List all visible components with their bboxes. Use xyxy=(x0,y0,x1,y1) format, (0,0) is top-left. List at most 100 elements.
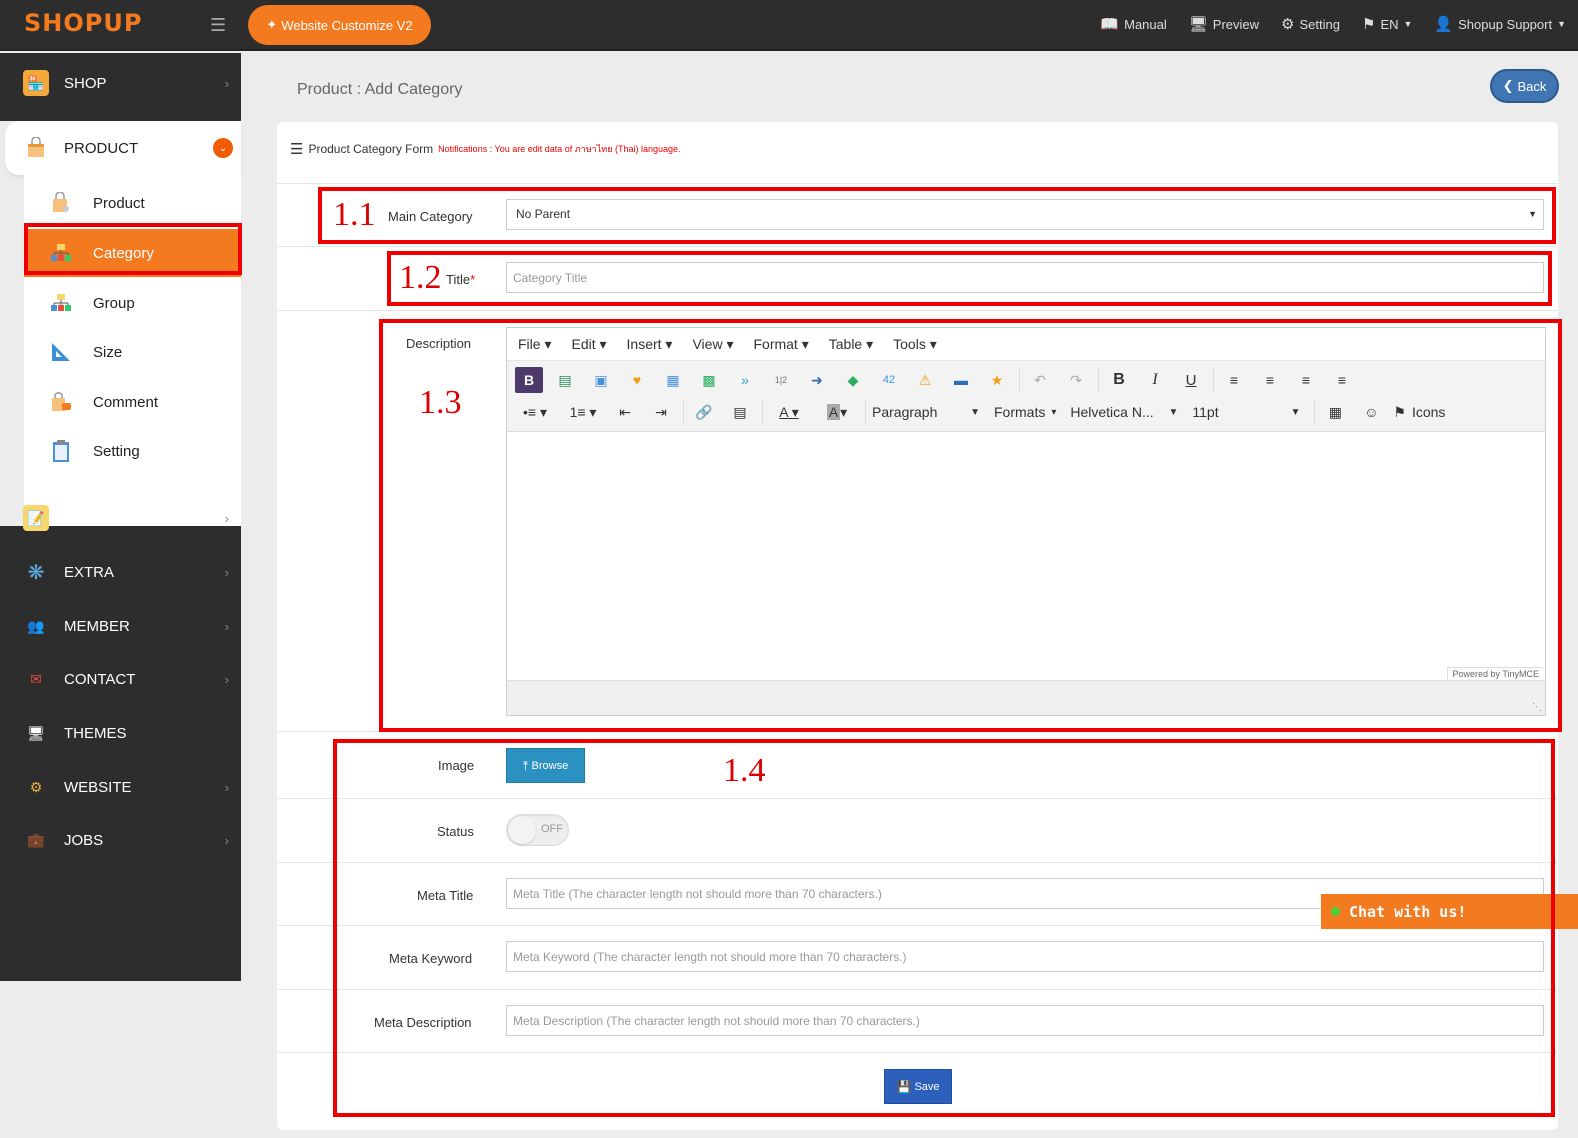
submenu-category[interactable]: Category xyxy=(24,229,241,277)
manual-link[interactable]: 📖 Manual xyxy=(1100,15,1166,33)
caret-down-icon: ▼ xyxy=(1557,19,1566,29)
shopup-logo[interactable]: SHOPUP xyxy=(24,9,142,37)
editor-toolbar-1: B ▤ ▣ ♥ ▦ ▩ » 1|2 ➜ ◆ 42 ⚠ ▬ ★ ↶ ↷ B I U… xyxy=(507,364,1545,396)
menu-table[interactable]: Table ▾ xyxy=(829,336,873,353)
main-category-value: No Parent xyxy=(516,207,571,221)
bold-block-icon[interactable]: B xyxy=(515,367,543,393)
sidebar-item-jobs[interactable]: 💼 JOBS › xyxy=(0,813,241,867)
card-icon[interactable]: ▬ xyxy=(947,367,975,393)
menu-edit[interactable]: Edit ▾ xyxy=(571,336,606,353)
gear-icon: ⚙ xyxy=(1281,16,1295,33)
sidebar-item-contact[interactable]: ✉ CONTACT › xyxy=(0,652,241,706)
redo-icon[interactable]: ↷ xyxy=(1062,367,1090,393)
language-label: EN xyxy=(1380,16,1399,32)
double-arrow-icon[interactable]: » xyxy=(731,367,759,393)
alert-icon[interactable]: ⚠ xyxy=(911,367,939,393)
submenu-group[interactable]: Group xyxy=(24,279,241,327)
status-toggle[interactable]: OFF xyxy=(506,814,569,846)
indent-icon[interactable]: ⇥ xyxy=(647,399,675,425)
setting-link[interactable]: ⚙ Setting xyxy=(1281,15,1340,33)
heart-icon[interactable]: ♥ xyxy=(623,367,651,393)
numbered-list-icon[interactable]: 1≡ ▾ xyxy=(563,399,603,425)
sidebar-item-website[interactable]: ⚙ WEBSITE › xyxy=(0,760,241,814)
sidebar-item-label: EXTRA xyxy=(64,563,115,581)
italic-icon[interactable]: I xyxy=(1141,367,1169,393)
group-icon xyxy=(49,291,73,315)
divider xyxy=(277,862,1558,863)
tag-icon[interactable]: ◆ xyxy=(839,367,867,393)
sidebar-item-contents[interactable]: 📝 CONTENTS › xyxy=(0,491,241,545)
align-left-icon[interactable]: ≡ xyxy=(1220,367,1248,393)
chevron-right-icon: › xyxy=(224,671,229,687)
powered-by-tinymce[interactable]: Powered by TinyMCE xyxy=(1447,667,1543,680)
table-grid-icon[interactable]: ▦ xyxy=(659,367,687,393)
link-icon[interactable]: 🔗 xyxy=(690,399,718,425)
bold-icon[interactable]: B xyxy=(1105,367,1133,393)
divider xyxy=(277,246,1558,247)
website-customize-button[interactable]: ✦ Website Customize V2 xyxy=(248,5,431,45)
meta-keyword-input[interactable] xyxy=(506,941,1544,972)
divider xyxy=(277,183,1558,184)
paint-roller-icon[interactable]: ▤ xyxy=(551,367,579,393)
emoticon-icon[interactable]: ☺ xyxy=(1357,399,1385,425)
sidebar-item-label: WEBSITE xyxy=(64,778,132,796)
browse-button[interactable]: ⤒ Browse xyxy=(506,748,585,783)
undo-icon[interactable]: ↶ xyxy=(1026,367,1054,393)
insert-image-icon[interactable]: ▤ xyxy=(726,399,754,425)
align-center-icon[interactable]: ≡ xyxy=(1256,367,1284,393)
font-size-dropdown[interactable]: 11pt ▼ xyxy=(1192,404,1300,420)
align-justify-icon[interactable]: ≡ xyxy=(1328,367,1356,393)
layout-blocks-icon[interactable]: ▩ xyxy=(695,367,723,393)
background-color-icon[interactable]: A ▾ xyxy=(817,399,857,425)
support-dropdown[interactable]: 👤 Shopup Support ▼ xyxy=(1434,15,1566,33)
formats-dropdown[interactable]: Formats ▾ xyxy=(994,404,1056,420)
outdent-icon[interactable]: ⇤ xyxy=(611,399,639,425)
preview-label: Preview xyxy=(1212,16,1260,32)
save-button[interactable]: 💾 Save xyxy=(884,1069,952,1104)
font-family-dropdown[interactable]: Helvetica N... ▼ xyxy=(1070,404,1178,420)
chat-widget[interactable]: Chat with us! xyxy=(1321,894,1578,929)
category-title-input[interactable] xyxy=(506,262,1544,293)
sidebar-item-themes[interactable]: 🖥 THEMES xyxy=(0,706,241,760)
user-icon: 👤 xyxy=(1434,16,1454,33)
image-icon[interactable]: ▣ xyxy=(587,367,615,393)
editor-content-area[interactable]: Powered by TinyMCE xyxy=(507,431,1545,680)
annotation-label-1-3: 1.3 xyxy=(419,384,462,421)
sidebar-item-extra[interactable]: ❋ EXTRA › xyxy=(0,545,241,599)
sidebar-item-product[interactable]: PRODUCT ⌄ xyxy=(5,121,241,175)
special-chars-icon[interactable]: ▦ xyxy=(1321,399,1349,425)
menu-format[interactable]: Format ▾ xyxy=(753,336,808,353)
text-color-icon[interactable]: A ▾ xyxy=(769,399,809,425)
hamburger-menu-icon[interactable]: ☰ xyxy=(210,15,226,36)
sidebar-item-shop[interactable]: 🏪 SHOP › xyxy=(0,56,241,110)
category-icon xyxy=(49,241,73,265)
underline-icon[interactable]: U xyxy=(1177,367,1205,393)
resize-handle-icon[interactable]: ⋱ xyxy=(1532,702,1542,713)
main-category-select[interactable]: No Parent ▼ xyxy=(506,199,1544,230)
bullet-list-icon[interactable]: •≡ ▾ xyxy=(515,399,555,425)
submenu-product[interactable]: Product xyxy=(24,179,241,227)
submenu-setting[interactable]: Setting xyxy=(24,427,241,475)
product-submenu: Product Category Group Size Comment Sett… xyxy=(24,175,241,526)
submenu-comment[interactable]: Comment xyxy=(24,378,241,426)
sidebar-item-member[interactable]: 👥 MEMBER › xyxy=(0,599,241,653)
submenu-size[interactable]: Size xyxy=(24,328,241,376)
icons-button[interactable]: ⚑ Icons xyxy=(1393,404,1445,421)
counter-badge-icon[interactable]: 42 xyxy=(875,367,903,393)
align-right-icon[interactable]: ≡ xyxy=(1292,367,1320,393)
menu-view[interactable]: View ▾ xyxy=(692,336,733,353)
paragraph-dropdown[interactable]: Paragraph ▼ xyxy=(872,404,980,420)
back-button[interactable]: ❮ Back xyxy=(1490,69,1559,103)
language-dropdown[interactable]: ⚑ EN ▼ xyxy=(1362,15,1412,33)
menu-tools[interactable]: Tools ▾ xyxy=(893,336,937,353)
menu-file[interactable]: File ▾ xyxy=(518,336,551,353)
arrow-button-icon[interactable]: ➜ xyxy=(803,367,831,393)
description-label: Description xyxy=(406,336,472,351)
divider xyxy=(277,798,1558,799)
star-icon[interactable]: ★ xyxy=(983,367,1011,393)
submenu-label: Product xyxy=(93,194,145,212)
preview-link[interactable]: 🖥 Preview xyxy=(1189,15,1259,33)
meta-description-input[interactable] xyxy=(506,1005,1544,1036)
menu-insert[interactable]: Insert ▾ xyxy=(627,336,673,353)
pagination-icon[interactable]: 1|2 xyxy=(767,367,795,393)
